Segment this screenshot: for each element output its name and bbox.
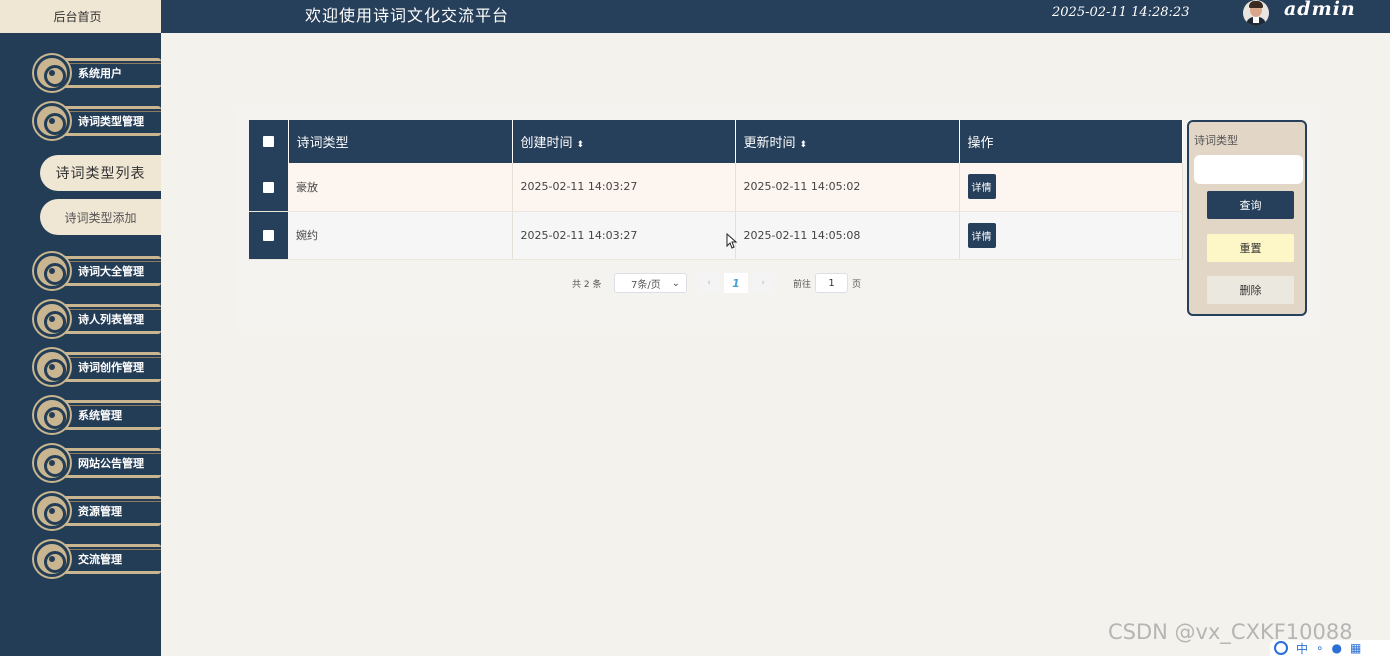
next-page-button[interactable]: ›: [752, 273, 774, 293]
table-header-row: 诗词类型 创建时间 ⬍ 更新时间 ⬍ 操作: [249, 120, 1183, 163]
sidebar-item-label: 系统用户: [78, 67, 122, 80]
sidebar-item-resource-mgmt[interactable]: 资源管理: [34, 492, 161, 530]
sort-icon[interactable]: ⬍: [577, 140, 585, 150]
username[interactable]: admin: [1284, 0, 1356, 20]
reset-button[interactable]: 重置: [1207, 234, 1294, 262]
cell-action: 详情: [959, 163, 1183, 212]
sidebar-subitem-poem-type-list[interactable]: 诗词类型列表: [40, 155, 161, 191]
column-header-label: 诗词类型: [296, 136, 349, 151]
sidebar-item-poem-collection-mgmt[interactable]: 诗词大全管理: [34, 252, 161, 290]
query-button[interactable]: 查询: [1207, 191, 1294, 219]
pagination-total: 共 2 条: [572, 279, 602, 290]
knot-ornament-icon: [34, 301, 70, 337]
poem-type-table: 诗词类型 创建时间 ⬍ 更新时间 ⬍ 操作 豪放 2025-02-11 14:03:…: [249, 120, 1183, 260]
avatar-collar: [1253, 17, 1259, 23]
avatar[interactable]: [1243, 0, 1269, 26]
page-size-value: 7条/页: [631, 279, 661, 291]
column-header-action: 操作: [959, 120, 1183, 163]
chevron-down-icon: ⌄: [671, 277, 680, 289]
avatar-hair: [1249, 1, 1263, 8]
search-input[interactable]: [1194, 155, 1303, 184]
sidebar-item-announcement-mgmt[interactable]: 网站公告管理: [34, 444, 161, 482]
column-header-type: 诗词类型: [288, 120, 513, 163]
goto-label: 前往: [793, 279, 812, 290]
sidebar-item-system-mgmt[interactable]: 系统管理: [34, 396, 161, 434]
search-panel: 诗词类型 查询 重置 删除: [1187, 120, 1307, 316]
cell-type: 婉约: [288, 211, 513, 260]
home-tab[interactable]: 后台首页: [0, 0, 161, 33]
grid-icon[interactable]: ▦: [1350, 641, 1361, 655]
top-bar: 后台首页 欢迎使用诗词文化交流平台 2025-02-11 14:28:23 ad…: [0, 0, 1390, 33]
sidebar-item-system-users[interactable]: 系统用户: [34, 54, 161, 92]
knot-ornament-icon: [34, 445, 70, 481]
ime-toolbar: 中 ∘ ● ▦: [1270, 640, 1390, 656]
cell-action: 详情: [959, 211, 1183, 260]
ime-logo-icon[interactable]: [1274, 641, 1288, 655]
prev-page-button[interactable]: ‹: [698, 273, 720, 293]
sidebar-subitem-poem-type-add[interactable]: 诗词类型添加: [40, 199, 161, 235]
row-checkbox[interactable]: [263, 230, 274, 241]
sidebar-item-label: 交流管理: [78, 553, 122, 566]
page-number-current[interactable]: 1: [724, 273, 748, 293]
detail-button[interactable]: 详情: [967, 174, 996, 200]
cell-updated: 2025-02-11 14:05:08: [735, 211, 960, 260]
sidebar-item-exchange-mgmt[interactable]: 交流管理: [34, 540, 161, 578]
knot-ornament-icon: [34, 397, 70, 433]
sort-icon[interactable]: ⬍: [800, 140, 808, 150]
row-checkbox-cell[interactable]: [249, 163, 288, 212]
knot-ornament-icon: [34, 253, 70, 289]
sidebar-item-label: 系统管理: [78, 409, 122, 422]
knot-ornament-icon: [34, 493, 70, 529]
sidebar-item-poem-type-mgmt[interactable]: 诗词类型管理: [34, 102, 161, 140]
knot-ornament-icon: [34, 55, 70, 91]
column-header-label: 更新时间: [743, 136, 796, 151]
sidebar-item-label: 诗词大全管理: [78, 265, 144, 278]
clock: 2025-02-11 14:28:23: [1052, 5, 1190, 20]
sidebar-item-label: 诗词创作管理: [78, 361, 144, 374]
sidebar-item-label: 资源管理: [78, 505, 122, 518]
column-header-label: 操作: [967, 136, 994, 151]
sidebar: 系统用户 诗词类型管理 诗词类型列表 诗词类型添加 诗词大全管理 诗人列表管理 …: [0, 33, 161, 656]
column-header-created[interactable]: 创建时间 ⬍: [512, 120, 736, 163]
sidebar-item-label: 诗人列表管理: [78, 313, 144, 326]
detail-button[interactable]: 详情: [967, 222, 996, 248]
ime-lang[interactable]: 中: [1296, 640, 1308, 656]
goto-page-input[interactable]: 1: [815, 273, 848, 293]
knot-ornament-icon: [34, 103, 70, 139]
delete-button[interactable]: 删除: [1207, 276, 1294, 304]
knot-ornament-icon: [34, 541, 70, 577]
mouse-cursor-icon: [726, 233, 738, 249]
column-header-label: 创建时间: [520, 136, 573, 151]
site-title: 欢迎使用诗词文化交流平台: [305, 6, 510, 25]
sidebar-item-poem-creation-mgmt[interactable]: 诗词创作管理: [34, 348, 161, 386]
cell-type: 豪放: [288, 163, 513, 212]
row-checkbox-cell[interactable]: [249, 211, 288, 260]
cell-updated: 2025-02-11 14:05:02: [735, 163, 960, 212]
cell-created: 2025-02-11 14:03:27: [512, 211, 736, 260]
chevron-right-icon: ›: [761, 278, 765, 288]
search-label: 诗词类型: [1194, 134, 1238, 147]
cell-created: 2025-02-11 14:03:27: [512, 163, 736, 212]
select-all-checkbox[interactable]: [262, 136, 274, 147]
table-row: 婉约 2025-02-11 14:03:27 2025-02-11 14:05:…: [249, 211, 1183, 260]
page-unit-label: 页: [852, 279, 862, 290]
row-checkbox[interactable]: [263, 181, 274, 193]
page-size-select[interactable]: 7条/页 ⌄: [614, 273, 687, 293]
chevron-left-icon: ‹: [707, 278, 711, 288]
table-row: 豪放 2025-02-11 14:03:27 2025-02-11 14:05:…: [249, 163, 1183, 212]
knot-ornament-icon: [34, 349, 70, 385]
select-all-checkbox-cell[interactable]: [249, 120, 289, 163]
sidebar-item-poet-list-mgmt[interactable]: 诗人列表管理: [34, 300, 161, 338]
ime-punct-icon[interactable]: ∘: [1316, 641, 1324, 655]
sidebar-item-label: 诗词类型管理: [78, 115, 144, 128]
sidebar-item-label: 网站公告管理: [78, 457, 144, 470]
column-header-updated[interactable]: 更新时间 ⬍: [735, 120, 960, 163]
microphone-icon[interactable]: ●: [1332, 641, 1342, 655]
